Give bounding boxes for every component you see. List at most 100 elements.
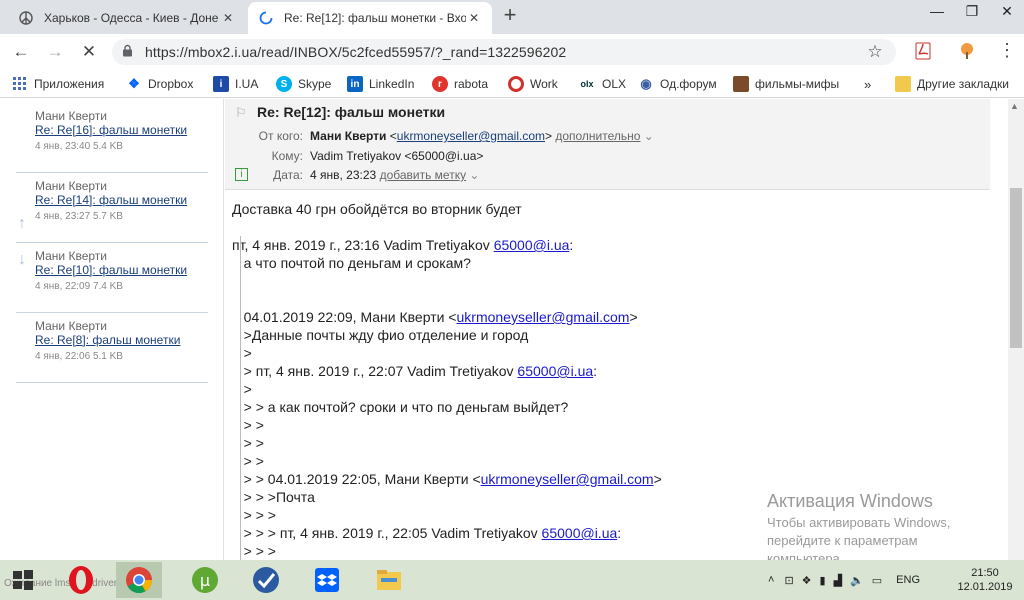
thread-item[interactable]: Мани Кверти Re: Re[10]: фальш монетки 4 …: [16, 245, 208, 313]
signal-icon[interactable]: ▟: [834, 574, 842, 587]
body-line-text: > > >Почта: [232, 489, 315, 505]
thread-item[interactable]: Мани Кверти Re: Re[8]: фальш монетки 4 я…: [16, 315, 208, 383]
star-icon[interactable]: ☆: [866, 42, 884, 62]
extension-icon[interactable]: [958, 42, 978, 62]
chevron-down-icon: ⌄: [640, 129, 654, 143]
body-line: > > а как почтой? сроки и что по деньгам…: [232, 398, 992, 416]
thread-subject-link[interactable]: Re: Re[16]: фальш монетки: [35, 123, 208, 138]
body-line: пт, 4 янв. 2019 г., 23:16 Vadim Tretiyak…: [232, 236, 992, 254]
email-link[interactable]: 65000@i.ua: [494, 237, 570, 253]
bookmark-olx[interactable]: olx OLX: [578, 75, 626, 93]
menu-icon[interactable]: ⋮: [998, 40, 1016, 64]
flag-icon[interactable]: ⚐: [235, 105, 247, 121]
iua-icon: i: [213, 76, 229, 92]
close-tab-icon[interactable]: ✕: [220, 11, 236, 25]
tab-kharkov[interactable]: Харьков - Одесса - Киев - Доне ✕: [8, 2, 246, 34]
body-line-text: > >: [232, 435, 264, 451]
body-line-text: > пт, 4 янв. 2019 г., 22:07 Vadim Tretiy…: [232, 363, 518, 379]
body-line-text: > > >: [232, 507, 276, 523]
dropbox-tray-icon[interactable]: ❖: [802, 574, 812, 587]
chevron-up-icon[interactable]: ˄: [768, 574, 774, 586]
body-line: [232, 218, 992, 236]
body-line: [232, 290, 992, 308]
windows-activation-watermark: Активация Windows Чтобы активировать Win…: [767, 491, 951, 566]
chevron-down-icon: ⌄: [466, 168, 480, 182]
bookmark-dropbox[interactable]: ❖ Dropbox: [126, 75, 193, 93]
network-icon[interactable]: ⊡: [784, 574, 793, 587]
stop-button[interactable]: ✕: [76, 39, 102, 65]
email-link[interactable]: 65000@i.ua: [542, 525, 618, 541]
bookmark-films[interactable]: фильмы-мифы: [733, 75, 839, 93]
tab-mail-active[interactable]: Re: Re[12]: фальш монетки - Вхо ✕: [248, 2, 492, 34]
message-subject: Re: Re[12]: фальш монетки: [257, 104, 446, 120]
lock-icon: [122, 44, 136, 60]
body-line: > > 04.01.2019 22:05, Мани Кверти <ukrmo…: [232, 470, 992, 488]
email-link[interactable]: ukrmoneyseller@gmail.com: [481, 471, 654, 487]
bookmark-rabota[interactable]: r rabota: [432, 75, 488, 93]
arrow-down-icon[interactable]: ↓: [18, 251, 26, 269]
address-bar[interactable]: https://mbox2.i.ua/read/INBOX/5c2fced559…: [112, 39, 896, 65]
dropbox-icon[interactable]: [304, 562, 350, 598]
volume-icon[interactable]: 🔈: [850, 574, 864, 587]
body-line-text: >Данные почты жду фио отделение и город: [232, 327, 529, 343]
close-tab-icon[interactable]: ✕: [466, 11, 482, 25]
thread-subject-link[interactable]: Re: Re[8]: фальш монетки: [35, 333, 208, 348]
body-line-suffix: :: [617, 525, 622, 541]
to-row: Кому: Vadim Tretiyakov <65000@i.ua>: [271, 149, 484, 163]
bookmark-linkedin[interactable]: in LinkedIn: [347, 75, 414, 93]
body-line: > >: [232, 452, 992, 470]
work-icon: [508, 76, 524, 92]
start-button[interactable]: [0, 562, 46, 598]
back-button[interactable]: ←: [8, 39, 34, 65]
bookmark-iua[interactable]: i I.UA: [213, 75, 258, 93]
clock[interactable]: 21:50 12.01.2019: [950, 566, 1020, 594]
opera-icon[interactable]: [58, 562, 104, 598]
new-tab-button[interactable]: +: [498, 4, 522, 28]
bookmark-skype[interactable]: S Skype: [276, 75, 331, 93]
file-explorer-icon[interactable]: [366, 562, 412, 598]
thread-list: Мани Кверти Re: Re[16]: фальш монетки 4 …: [0, 99, 224, 560]
minimize-button[interactable]: —: [920, 0, 954, 24]
forward-button[interactable]: →: [42, 39, 68, 65]
more-details-link[interactable]: дополнительно: [555, 129, 640, 143]
sender-email-link[interactable]: ukrmoneyseller@gmail.com: [397, 129, 545, 143]
thread-subject-link[interactable]: Re: Re[14]: фальш монетки: [35, 193, 208, 208]
arrow-up-icon[interactable]: ↑: [18, 215, 26, 233]
thread-item[interactable]: Мани Кверти Re: Re[14]: фальш монетки 4 …: [16, 175, 208, 243]
recipient: Vadim Tretiyakov <65000@i.ua>: [310, 149, 484, 163]
rabota-icon: r: [432, 76, 448, 92]
bookmark-apps[interactable]: Приложения: [12, 75, 104, 93]
add-label-link[interactable]: добавить метку: [380, 168, 467, 182]
body-line: > >: [232, 416, 992, 434]
bookmark-odforum[interactable]: ◉ Од.форум: [638, 75, 716, 93]
body-line-text: > >: [232, 417, 264, 433]
language-indicator[interactable]: ENG: [896, 574, 920, 586]
scroll-up-icon[interactable]: ▲: [1010, 101, 1019, 111]
message-header: ⚐ Re: Re[12]: фальш монетки От кого: Мани…: [225, 99, 990, 190]
close-window-button[interactable]: ✕: [990, 0, 1024, 24]
quote-bar: [240, 236, 242, 560]
loading-icon: [258, 10, 274, 26]
body-line-text: 04.01.2019 22:09, Мани Кверти <: [232, 309, 457, 325]
body-line: а что почтой по деньгам и срокам?: [232, 254, 992, 272]
thread-subject-link[interactable]: Re: Re[10]: фальш монетки: [35, 263, 208, 278]
bookmark-other[interactable]: Другие закладки: [895, 75, 1009, 93]
pdf-extension-icon[interactable]: [915, 42, 933, 62]
bookmark-work[interactable]: Work: [508, 75, 558, 93]
restore-button[interactable]: ❐: [955, 0, 989, 24]
from-row: От кого: Мани Кверти <ukrmoneyseller@gmai…: [258, 129, 654, 143]
scrollbar-thumb[interactable]: [1010, 188, 1022, 348]
body-line: Доставка 40 грн обойдётся во вторник буд…: [232, 200, 992, 218]
thread-item[interactable]: Мани Кверти Re: Re[16]: фальш монетки 4 …: [16, 105, 208, 173]
action-icon[interactable]: ▭: [872, 574, 882, 587]
battery-icon[interactable]: ▮: [820, 574, 826, 587]
body-line-suffix: :: [569, 237, 574, 253]
email-link[interactable]: 65000@i.ua: [517, 363, 593, 379]
body-line-text: > > >: [232, 543, 276, 559]
more-bookmarks-chevron[interactable]: »: [864, 75, 871, 93]
utorrent-icon[interactable]: µ: [182, 562, 228, 598]
body-line: [232, 272, 992, 290]
app-icon[interactable]: [243, 562, 289, 598]
chrome-icon[interactable]: [116, 562, 162, 598]
email-link[interactable]: ukrmoneyseller@gmail.com: [457, 309, 630, 325]
